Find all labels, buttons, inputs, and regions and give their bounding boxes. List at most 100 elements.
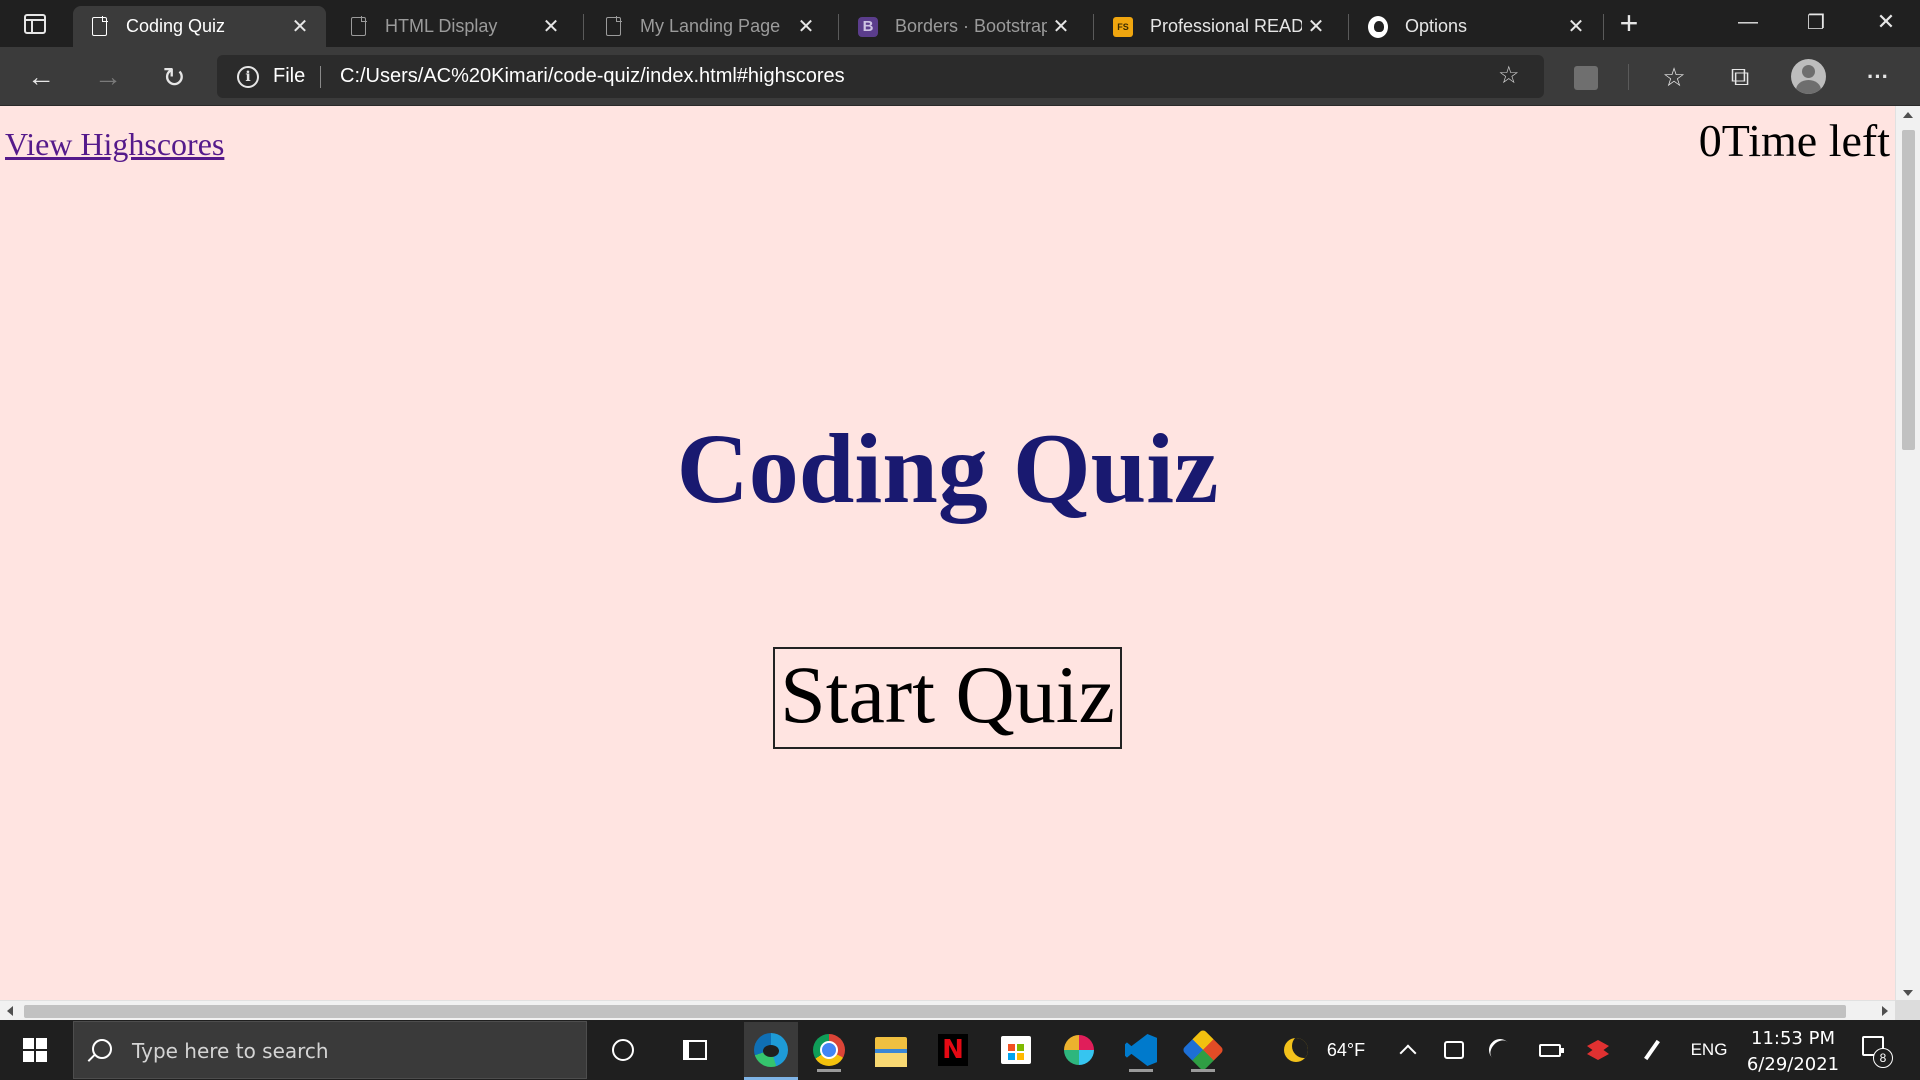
new-tab-button[interactable]: + (1610, 7, 1648, 42)
netflix-icon: N (938, 1034, 968, 1066)
scroll-up-icon[interactable] (1903, 112, 1913, 118)
store-icon (1001, 1036, 1031, 1064)
taskbar-chrome[interactable] (806, 1028, 852, 1072)
cortana-button[interactable] (600, 1028, 646, 1072)
timer: 0Time left (1699, 114, 1890, 167)
browser-tab-strip: Coding Quiz ✕ HTML Display ✕ My Landing … (0, 0, 1920, 47)
vertical-scroll-thumb[interactable] (1902, 130, 1915, 450)
document-icon (89, 16, 109, 37)
close-icon[interactable]: ✕ (792, 13, 820, 41)
tab-separator (1603, 14, 1604, 40)
slack-icon (1064, 1035, 1094, 1065)
clock-time: 11:53 PM (1751, 1028, 1835, 1049)
start-button[interactable] (0, 1020, 70, 1080)
windows-taskbar: Type here to search N 64°F ENG 11:53 PM … (0, 1020, 1920, 1080)
search-icon (92, 1039, 112, 1059)
chrome-icon (813, 1034, 845, 1066)
language-indicator[interactable]: ENG (1684, 1020, 1734, 1080)
git-gui-icon (1181, 1028, 1225, 1072)
tab-options[interactable]: Options ✕ (1352, 6, 1602, 47)
close-icon[interactable]: ✕ (1047, 13, 1075, 41)
window-close-button[interactable]: ✕ (1852, 0, 1920, 44)
site-info-label[interactable]: File (273, 65, 305, 88)
vertical-scrollbar[interactable] (1895, 106, 1920, 1000)
show-hidden-icons-button[interactable] (1392, 1020, 1424, 1080)
tab-actions-button[interactable] (8, 6, 62, 42)
fs-icon: FS (1113, 16, 1133, 37)
moon-icon (1284, 1038, 1308, 1062)
horizontal-scroll-thumb[interactable] (24, 1005, 1846, 1018)
pen-icon (1644, 1039, 1660, 1061)
scroll-right-icon[interactable] (1882, 1006, 1888, 1016)
toolbar-separator (1628, 64, 1629, 90)
tab-separator (1348, 14, 1349, 40)
dropbox-button[interactable] (1582, 1020, 1614, 1080)
task-view-icon (683, 1040, 707, 1060)
weather-temperature[interactable]: 64°F (1318, 1020, 1374, 1080)
horizontal-scrollbar[interactable] (0, 1000, 1895, 1020)
tab-actions-icon (24, 14, 46, 34)
address-separator (320, 66, 321, 88)
document-icon (348, 16, 368, 37)
tab-my-landing-page[interactable]: My Landing Page ✕ (587, 6, 832, 47)
collections-icon[interactable]: ⧉ (1720, 57, 1760, 97)
start-quiz-button[interactable]: Start Quiz (773, 647, 1122, 749)
more-options-icon[interactable]: ··· (1858, 57, 1898, 97)
restore-button[interactable]: ❐ (1782, 0, 1850, 44)
weather-button[interactable] (1276, 1020, 1316, 1080)
favorites-icon[interactable]: ☆ (1654, 57, 1694, 97)
task-view-button[interactable] (672, 1028, 718, 1072)
taskbar-git-gui[interactable] (1180, 1028, 1226, 1072)
taskbar-vscode[interactable] (1118, 1028, 1164, 1072)
taskbar-clock[interactable]: 11:53 PM 6/29/2021 (1738, 1026, 1848, 1078)
action-center-button[interactable]: 8 (1858, 1032, 1894, 1068)
scroll-left-icon[interactable] (7, 1006, 13, 1016)
reload-button[interactable]: ↻ (154, 57, 194, 97)
browser-toolbar: ← → ↻ i File C:/Users/AC%20Kimari/code-q… (0, 47, 1920, 106)
view-highscores-link[interactable]: View Highscores (5, 126, 224, 163)
taskbar-store[interactable] (993, 1028, 1039, 1072)
taskbar-slack[interactable] (1056, 1028, 1102, 1072)
file-explorer-icon (875, 1037, 907, 1067)
taskbar-search[interactable]: Type here to search (73, 1021, 587, 1079)
close-icon[interactable]: ✕ (1302, 13, 1330, 41)
url-text[interactable]: C:/Users/AC%20Kimari/code-quiz/index.htm… (340, 65, 845, 88)
tab-title: Professional READM (1150, 16, 1302, 36)
address-bar[interactable]: i File C:/Users/AC%20Kimari/code-quiz/in… (217, 55, 1544, 98)
extension-icon[interactable] (1574, 66, 1598, 90)
minimize-button[interactable]: — (1714, 0, 1782, 44)
tab-coding-quiz[interactable]: Coding Quiz ✕ (73, 6, 326, 47)
github-icon (1368, 15, 1388, 38)
forward-button[interactable]: → (88, 57, 128, 97)
tab-html-display[interactable]: HTML Display ✕ (332, 6, 577, 47)
tab-title: HTML Display (385, 16, 498, 36)
add-favorite-icon[interactable]: ☆ (1498, 64, 1526, 90)
tab-borders-bootstrap[interactable]: B Borders · Bootstrap ✕ (842, 6, 1087, 47)
taskbar-edge[interactable] (744, 1022, 798, 1080)
network-button[interactable] (1484, 1020, 1516, 1080)
wifi-icon (1484, 1034, 1516, 1066)
tab-professional-readme[interactable]: FS Professional READM ✕ (1097, 6, 1342, 47)
scroll-down-icon[interactable] (1903, 990, 1913, 996)
pen-workspace-button[interactable] (1636, 1020, 1668, 1080)
profile-avatar[interactable] (1791, 59, 1826, 94)
page-title: Coding Quiz (676, 413, 1219, 524)
battery-button[interactable] (1534, 1020, 1566, 1080)
info-icon[interactable]: i (237, 66, 259, 88)
close-icon[interactable]: ✕ (1562, 13, 1590, 41)
scrollbar-corner (1895, 1000, 1920, 1020)
tab-title: Borders · Bootstrap (895, 16, 1047, 36)
taskbar-file-explorer[interactable] (868, 1028, 914, 1072)
meet-now-button[interactable] (1438, 1020, 1470, 1080)
close-icon[interactable]: ✕ (537, 13, 565, 41)
close-icon[interactable]: ✕ (286, 13, 314, 41)
dropbox-icon (1587, 1040, 1609, 1060)
bootstrap-icon: B (858, 16, 878, 37)
tab-separator (1093, 14, 1094, 40)
page-viewport: View Highscores 0Time left Coding Quiz S… (0, 106, 1920, 1020)
notification-count: 8 (1873, 1048, 1893, 1068)
document-icon (603, 16, 623, 37)
back-button[interactable]: ← (21, 57, 61, 97)
meet-icon (1444, 1041, 1464, 1059)
taskbar-netflix[interactable]: N (930, 1028, 976, 1072)
